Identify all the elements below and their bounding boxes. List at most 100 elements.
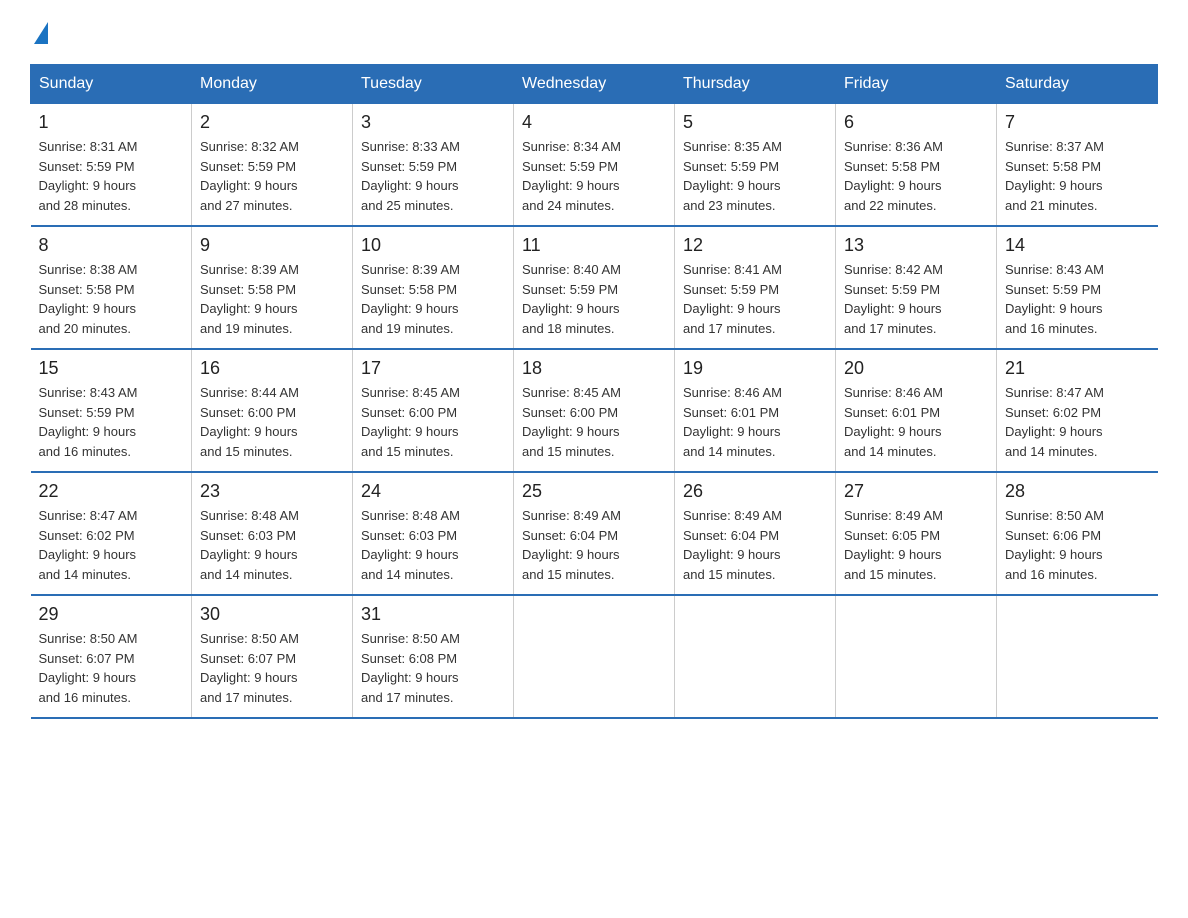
header-friday: Friday [836, 65, 997, 104]
day-info: Sunrise: 8:49 AMSunset: 6:05 PMDaylight:… [844, 506, 988, 584]
day-number: 17 [361, 358, 505, 379]
day-info: Sunrise: 8:43 AMSunset: 5:59 PMDaylight:… [39, 383, 184, 461]
day-info: Sunrise: 8:44 AMSunset: 6:00 PMDaylight:… [200, 383, 344, 461]
day-info: Sunrise: 8:45 AMSunset: 6:00 PMDaylight:… [522, 383, 666, 461]
day-number: 22 [39, 481, 184, 502]
calendar-cell: 25 Sunrise: 8:49 AMSunset: 6:04 PMDaylig… [514, 472, 675, 595]
day-info: Sunrise: 8:38 AMSunset: 5:58 PMDaylight:… [39, 260, 184, 338]
calendar-week-row: 22 Sunrise: 8:47 AMSunset: 6:02 PMDaylig… [31, 472, 1158, 595]
calendar-cell: 13 Sunrise: 8:42 AMSunset: 5:59 PMDaylig… [836, 226, 997, 349]
calendar-cell [997, 595, 1158, 718]
calendar-cell: 10 Sunrise: 8:39 AMSunset: 5:58 PMDaylig… [353, 226, 514, 349]
day-number: 9 [200, 235, 344, 256]
calendar-cell: 30 Sunrise: 8:50 AMSunset: 6:07 PMDaylig… [192, 595, 353, 718]
calendar-cell: 21 Sunrise: 8:47 AMSunset: 6:02 PMDaylig… [997, 349, 1158, 472]
calendar-cell: 5 Sunrise: 8:35 AMSunset: 5:59 PMDayligh… [675, 104, 836, 227]
day-info: Sunrise: 8:37 AMSunset: 5:58 PMDaylight:… [1005, 137, 1150, 215]
calendar-cell [836, 595, 997, 718]
calendar-cell: 22 Sunrise: 8:47 AMSunset: 6:02 PMDaylig… [31, 472, 192, 595]
calendar-cell: 14 Sunrise: 8:43 AMSunset: 5:59 PMDaylig… [997, 226, 1158, 349]
calendar-cell: 18 Sunrise: 8:45 AMSunset: 6:00 PMDaylig… [514, 349, 675, 472]
day-info: Sunrise: 8:48 AMSunset: 6:03 PMDaylight:… [361, 506, 505, 584]
day-info: Sunrise: 8:41 AMSunset: 5:59 PMDaylight:… [683, 260, 827, 338]
logo-text [30, 20, 48, 44]
day-info: Sunrise: 8:47 AMSunset: 6:02 PMDaylight:… [1005, 383, 1150, 461]
day-number: 4 [522, 112, 666, 133]
page-header [30, 20, 1158, 44]
calendar-cell: 15 Sunrise: 8:43 AMSunset: 5:59 PMDaylig… [31, 349, 192, 472]
day-number: 19 [683, 358, 827, 379]
day-number: 30 [200, 604, 344, 625]
day-number: 18 [522, 358, 666, 379]
header-thursday: Thursday [675, 65, 836, 104]
day-number: 6 [844, 112, 988, 133]
day-info: Sunrise: 8:48 AMSunset: 6:03 PMDaylight:… [200, 506, 344, 584]
calendar-cell [514, 595, 675, 718]
calendar-table: SundayMondayTuesdayWednesdayThursdayFrid… [30, 64, 1158, 719]
day-number: 2 [200, 112, 344, 133]
header-wednesday: Wednesday [514, 65, 675, 104]
calendar-week-row: 8 Sunrise: 8:38 AMSunset: 5:58 PMDayligh… [31, 226, 1158, 349]
day-number: 7 [1005, 112, 1150, 133]
calendar-cell: 12 Sunrise: 8:41 AMSunset: 5:59 PMDaylig… [675, 226, 836, 349]
day-info: Sunrise: 8:31 AMSunset: 5:59 PMDaylight:… [39, 137, 184, 215]
header-monday: Monday [192, 65, 353, 104]
day-info: Sunrise: 8:36 AMSunset: 5:58 PMDaylight:… [844, 137, 988, 215]
day-number: 12 [683, 235, 827, 256]
day-info: Sunrise: 8:47 AMSunset: 6:02 PMDaylight:… [39, 506, 184, 584]
day-info: Sunrise: 8:35 AMSunset: 5:59 PMDaylight:… [683, 137, 827, 215]
calendar-cell: 9 Sunrise: 8:39 AMSunset: 5:58 PMDayligh… [192, 226, 353, 349]
day-number: 21 [1005, 358, 1150, 379]
day-info: Sunrise: 8:50 AMSunset: 6:06 PMDaylight:… [1005, 506, 1150, 584]
day-number: 20 [844, 358, 988, 379]
day-number: 5 [683, 112, 827, 133]
day-number: 27 [844, 481, 988, 502]
calendar-cell: 7 Sunrise: 8:37 AMSunset: 5:58 PMDayligh… [997, 104, 1158, 227]
calendar-week-row: 29 Sunrise: 8:50 AMSunset: 6:07 PMDaylig… [31, 595, 1158, 718]
day-number: 25 [522, 481, 666, 502]
day-number: 11 [522, 235, 666, 256]
day-info: Sunrise: 8:34 AMSunset: 5:59 PMDaylight:… [522, 137, 666, 215]
header-sunday: Sunday [31, 65, 192, 104]
day-info: Sunrise: 8:45 AMSunset: 6:00 PMDaylight:… [361, 383, 505, 461]
calendar-cell [675, 595, 836, 718]
day-number: 8 [39, 235, 184, 256]
calendar-cell: 3 Sunrise: 8:33 AMSunset: 5:59 PMDayligh… [353, 104, 514, 227]
day-info: Sunrise: 8:50 AMSunset: 6:07 PMDaylight:… [39, 629, 184, 707]
day-info: Sunrise: 8:50 AMSunset: 6:08 PMDaylight:… [361, 629, 505, 707]
header-saturday: Saturday [997, 65, 1158, 104]
day-number: 10 [361, 235, 505, 256]
calendar-cell: 2 Sunrise: 8:32 AMSunset: 5:59 PMDayligh… [192, 104, 353, 227]
header-tuesday: Tuesday [353, 65, 514, 104]
calendar-cell: 1 Sunrise: 8:31 AMSunset: 5:59 PMDayligh… [31, 104, 192, 227]
day-info: Sunrise: 8:39 AMSunset: 5:58 PMDaylight:… [361, 260, 505, 338]
day-number: 15 [39, 358, 184, 379]
day-info: Sunrise: 8:32 AMSunset: 5:59 PMDaylight:… [200, 137, 344, 215]
day-number: 14 [1005, 235, 1150, 256]
calendar-cell: 19 Sunrise: 8:46 AMSunset: 6:01 PMDaylig… [675, 349, 836, 472]
day-number: 23 [200, 481, 344, 502]
calendar-cell: 29 Sunrise: 8:50 AMSunset: 6:07 PMDaylig… [31, 595, 192, 718]
day-number: 31 [361, 604, 505, 625]
day-number: 28 [1005, 481, 1150, 502]
day-info: Sunrise: 8:42 AMSunset: 5:59 PMDaylight:… [844, 260, 988, 338]
calendar-cell: 23 Sunrise: 8:48 AMSunset: 6:03 PMDaylig… [192, 472, 353, 595]
day-info: Sunrise: 8:46 AMSunset: 6:01 PMDaylight:… [683, 383, 827, 461]
calendar-cell: 24 Sunrise: 8:48 AMSunset: 6:03 PMDaylig… [353, 472, 514, 595]
day-number: 26 [683, 481, 827, 502]
calendar-cell: 27 Sunrise: 8:49 AMSunset: 6:05 PMDaylig… [836, 472, 997, 595]
calendar-cell: 28 Sunrise: 8:50 AMSunset: 6:06 PMDaylig… [997, 472, 1158, 595]
calendar-cell: 26 Sunrise: 8:49 AMSunset: 6:04 PMDaylig… [675, 472, 836, 595]
calendar-cell: 16 Sunrise: 8:44 AMSunset: 6:00 PMDaylig… [192, 349, 353, 472]
day-info: Sunrise: 8:46 AMSunset: 6:01 PMDaylight:… [844, 383, 988, 461]
day-info: Sunrise: 8:49 AMSunset: 6:04 PMDaylight:… [522, 506, 666, 584]
day-number: 16 [200, 358, 344, 379]
day-info: Sunrise: 8:33 AMSunset: 5:59 PMDaylight:… [361, 137, 505, 215]
day-number: 3 [361, 112, 505, 133]
day-number: 13 [844, 235, 988, 256]
calendar-header-row: SundayMondayTuesdayWednesdayThursdayFrid… [31, 65, 1158, 104]
calendar-cell: 31 Sunrise: 8:50 AMSunset: 6:08 PMDaylig… [353, 595, 514, 718]
calendar-cell: 4 Sunrise: 8:34 AMSunset: 5:59 PMDayligh… [514, 104, 675, 227]
day-info: Sunrise: 8:43 AMSunset: 5:59 PMDaylight:… [1005, 260, 1150, 338]
day-number: 29 [39, 604, 184, 625]
